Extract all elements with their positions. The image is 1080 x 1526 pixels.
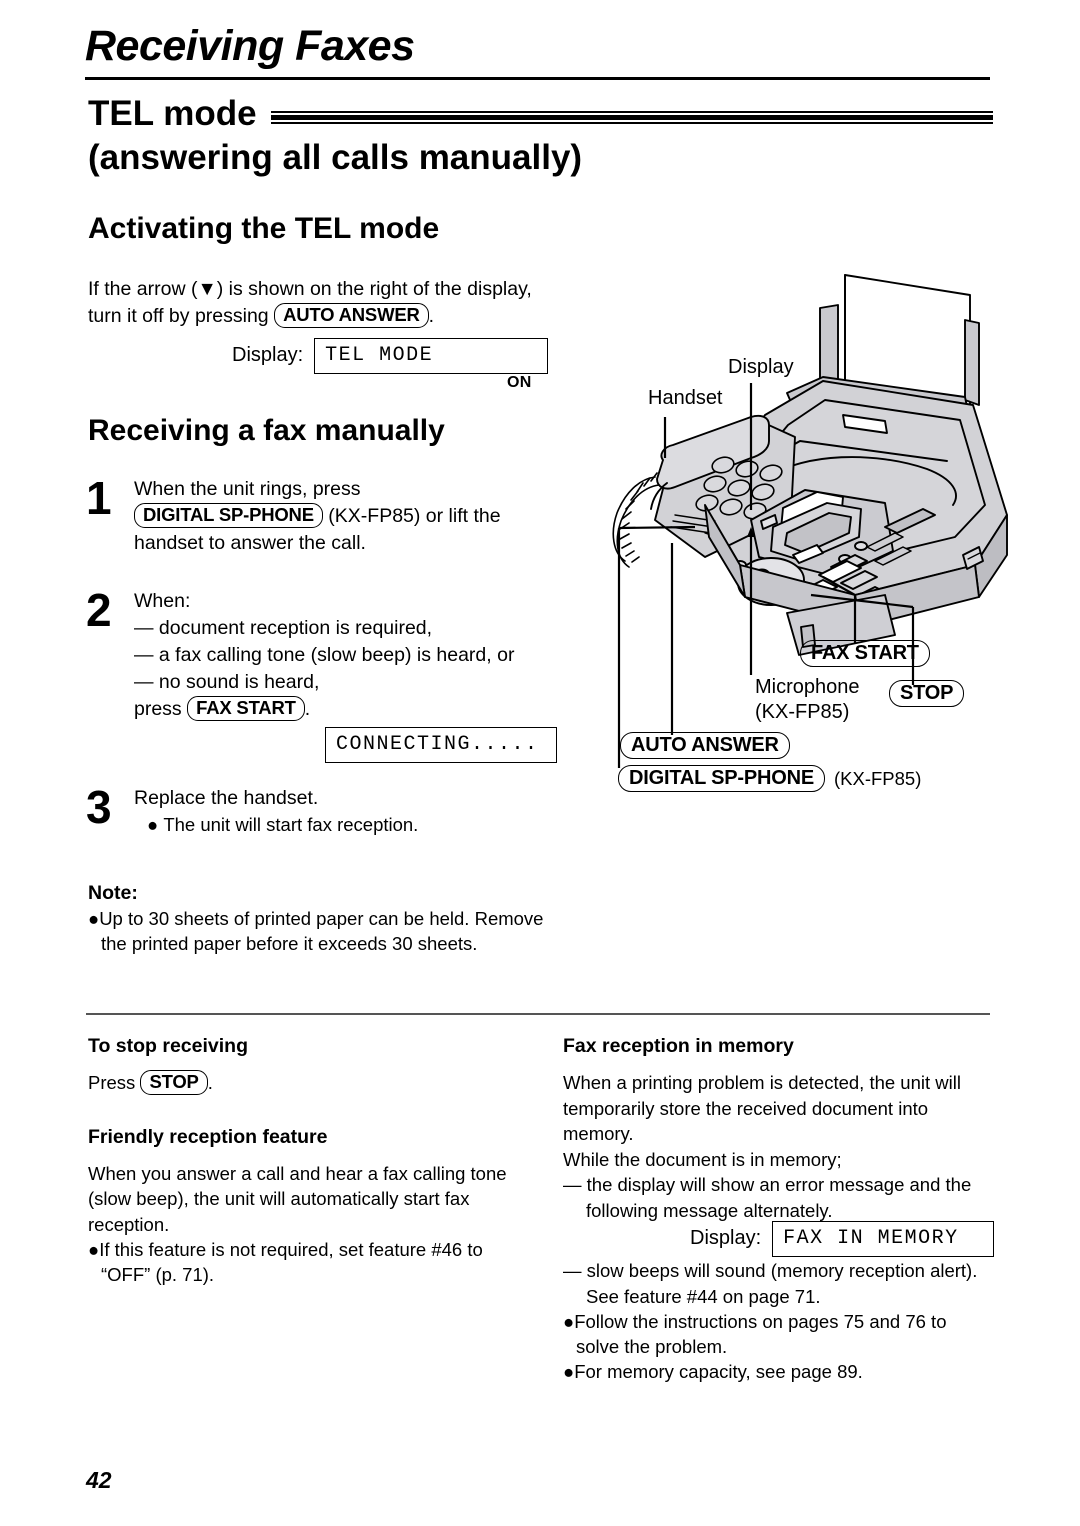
friendly-reception-paragraph: When you answer a call and hear a fax ca… [88,1162,507,1235]
step-1-text-a: When the unit rings, press [134,478,361,500]
step-2-text-a: When: [134,590,191,612]
lcd-connecting: CONNECTING..... [325,727,557,763]
step-3-bullet-1-text: The unit will start fax reception. [163,814,419,835]
step-2-bullet-1: — document reception is required, [134,617,433,639]
illustration-digital-sp-phone-model: (KX-FP85) [834,768,922,789]
on-indicator-label: ON [507,374,532,391]
display-label-memory: Display: [690,1227,762,1249]
fax-memory-paragraph-2: While the document is in memory; [563,1148,842,1170]
section-title-rule [270,110,993,124]
fax-memory-paragraph-1: When a printing problem is detected, the… [563,1072,961,1144]
section-title: TEL mode (answering all calls manually) [88,94,993,180]
step-1-number: 1 [86,472,112,524]
fax-memory-bullet-1: ●Follow the instructions on pages 75 and… [563,1311,947,1357]
note-block: Note: ●Up to 30 sheets of printed paper … [88,880,566,956]
step-3-number: 3 [86,781,112,833]
bottom-left-column: To stop receiving Press STOP. Friendly r… [88,1033,528,1287]
step-2-number: 2 [86,584,112,636]
note-bullet-1-text: Up to 30 sheets of printed paper can be … [99,908,544,954]
bottom-right-column: Fax reception in memory When a printing … [563,1033,993,1223]
friendly-reception-bullet-1-text: If this feature is not required, set fea… [99,1239,483,1285]
key-digital-sp-phone-inline[interactable]: DIGITAL SP-PHONE [134,503,323,528]
press-period: . [207,1072,213,1093]
step-2: 2 When: — document reception is required… [86,587,554,723]
page-title: Receiving Faxes [85,22,415,70]
bottom-right-column-tail: — slow beeps will sound (memory receptio… [563,1258,993,1384]
press-stop-line: Press STOP. [88,1070,528,1096]
step-3: 3 Replace the handset. ● The unit will s… [86,784,554,839]
intro-paragraph: If the arrow (▼) is shown on the right o… [88,276,568,330]
illustration-key-auto-answer[interactable]: AUTO ANSWER [620,732,790,759]
step-2-press-label: press [134,698,188,720]
heading-to-stop-receiving: To stop receiving [88,1035,248,1057]
illustration-label-display: Display [728,356,794,378]
display-row-connecting: CONNECTING..... [325,727,557,763]
note-bullet-1: ●Up to 30 sheets of printed paper can be… [88,908,544,954]
step-1-body: When the unit rings, press DIGITAL SP-PH… [134,475,554,557]
step-3-body: Replace the handset. ● The unit will sta… [134,784,554,839]
step-2-bullet-3: — no sound is heard, [134,671,320,693]
illustration-label-handset: Handset [648,387,723,409]
friendly-reception-bullet-1: ●If this feature is not required, set fe… [88,1239,483,1285]
key-digital-sp-phone-label: DIGITAL SP-PHONE [618,765,825,792]
note-title: Note: [88,882,138,904]
step-1: 1 When the unit rings, press DIGITAL SP-… [86,475,554,557]
chapter-divider [85,77,990,80]
heading-fax-reception-in-memory: Fax reception in memory [563,1035,794,1057]
illustration-label-microphone-line1: Microphone [755,676,860,698]
fax-memory-bullet-1-text: Follow the instructions on pages 75 and … [574,1311,947,1357]
down-arrow-icon: ▼ [197,278,217,300]
illustration-label-microphone-line2: (KX-FP85) [755,701,850,723]
step-3-bullet-1: ● The unit will start fax reception. [147,814,419,835]
section-title-line2: (answering all calls manually) [88,138,583,177]
display-row-tel-mode: Display: TEL MODE [232,338,549,374]
section-divider [86,1013,990,1015]
illustration-key-digital-sp-phone[interactable]: DIGITAL SP-PHONE [618,765,825,792]
fax-memory-bullet-2-text: For memory capacity, see page 89. [574,1361,863,1382]
key-auto-answer-inline[interactable]: AUTO ANSWER [274,303,429,328]
intro-text-part3: . [428,305,435,327]
page-number: 42 [86,1467,112,1493]
intro-text-part1: If the arrow ( [88,278,198,300]
display-row-fax-in-memory: Display: FAX IN MEMORY [690,1221,995,1257]
section-title-line1: TEL mode [88,94,257,133]
step-2-body: When: — document reception is required, … [134,587,554,723]
fax-memory-bullet-2: ●For memory capacity, see page 89. [563,1361,863,1382]
fax-memory-dash-2: — slow beeps will sound (memory receptio… [563,1260,978,1307]
fax-memory-dash-1: — the display will show an error message… [563,1174,972,1221]
step-3-text-a: Replace the handset. [134,787,319,809]
lcd-fax-in-memory: FAX IN MEMORY [772,1221,995,1257]
heading-friendly-reception-feature: Friendly reception feature [88,1125,328,1148]
step-2-bullet-2: — a fax calling tone (slow beep) is hear… [134,644,515,666]
key-stop-inline[interactable]: STOP [140,1070,208,1095]
step-2-period: . [304,698,311,720]
illustration-key-fax-start[interactable]: FAX START [800,640,930,667]
display-label: Display: [232,344,304,366]
key-auto-answer-label: AUTO ANSWER [620,732,790,759]
illustration-key-stop[interactable]: STOP [889,680,965,707]
key-fax-start-inline[interactable]: FAX START [187,696,305,721]
key-stop-label: STOP [889,680,965,707]
press-label: Press [88,1072,141,1093]
heading-activating-tel-mode: Activating the TEL mode [88,212,440,245]
lcd-tel-mode: TEL MODE [314,338,549,374]
key-fax-start-label: FAX START [800,640,930,667]
illustration-label-microphone: Microphone (KX-FP85) [755,675,885,725]
heading-receiving-fax-manually: Receiving a fax manually [88,414,445,447]
